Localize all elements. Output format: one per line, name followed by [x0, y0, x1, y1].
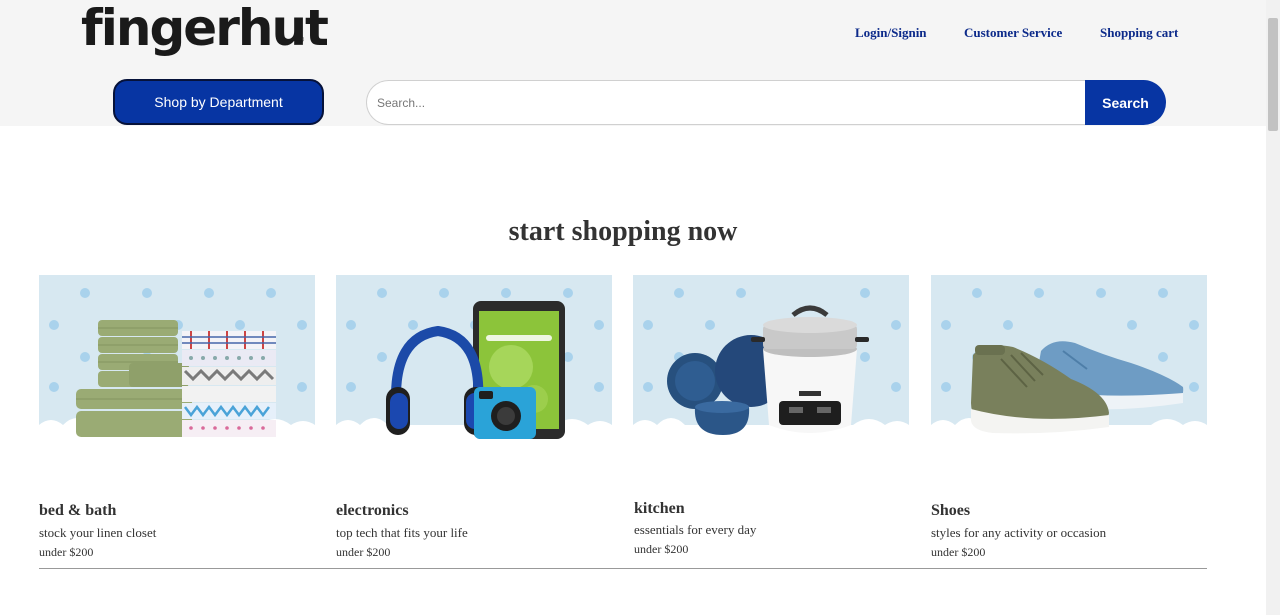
search-input[interactable] — [366, 80, 1086, 125]
product-price-kitchen: under $200 — [634, 542, 689, 556]
search-button[interactable]: Search — [1085, 80, 1166, 125]
product-price-shoes: under $200 — [931, 545, 986, 559]
customer-service-link[interactable]: Customer Service — [964, 25, 1062, 41]
product-subtitle-bed-bath: stock your linen closet — [39, 525, 157, 540]
scrollbar-thumb[interactable] — [1268, 18, 1278, 131]
product-subtitle-electronics: top tech that fits your life — [336, 525, 468, 540]
product-price-bed-bath: under $200 — [39, 545, 94, 559]
product-subtitle-shoes: styles for any activity or occasion — [931, 525, 1107, 540]
product-title-kitchen[interactable]: kitchen — [634, 500, 685, 518]
fingerhut-logo[interactable]: fingerhut — [81, 0, 329, 58]
electronics-image[interactable] — [336, 275, 612, 447]
product-price-electronics: under $200 — [336, 545, 391, 559]
section-divider — [39, 568, 1207, 569]
product-title-electronics[interactable]: electronics — [336, 502, 409, 520]
kitchen-image[interactable] — [633, 275, 909, 447]
site-header: fingerhut ® Login/Signin Customer Servic… — [0, 0, 1266, 126]
product-title-bed-bath[interactable]: bed & bath — [39, 502, 116, 520]
shop-by-department-button[interactable]: Shop by Department — [113, 79, 324, 125]
registered-mark: ® — [298, 36, 305, 44]
login-link[interactable]: Login/Signin — [855, 25, 927, 41]
product-subtitle-kitchen: essentials for every day — [634, 522, 757, 537]
bed-bath-image[interactable] — [39, 275, 315, 447]
shopping-cart-link[interactable]: Shopping cart — [1100, 25, 1178, 41]
shoes-image[interactable] — [931, 275, 1207, 447]
product-title-shoes[interactable]: Shoes — [931, 502, 970, 520]
page-headline: start shopping now — [508, 216, 738, 247]
